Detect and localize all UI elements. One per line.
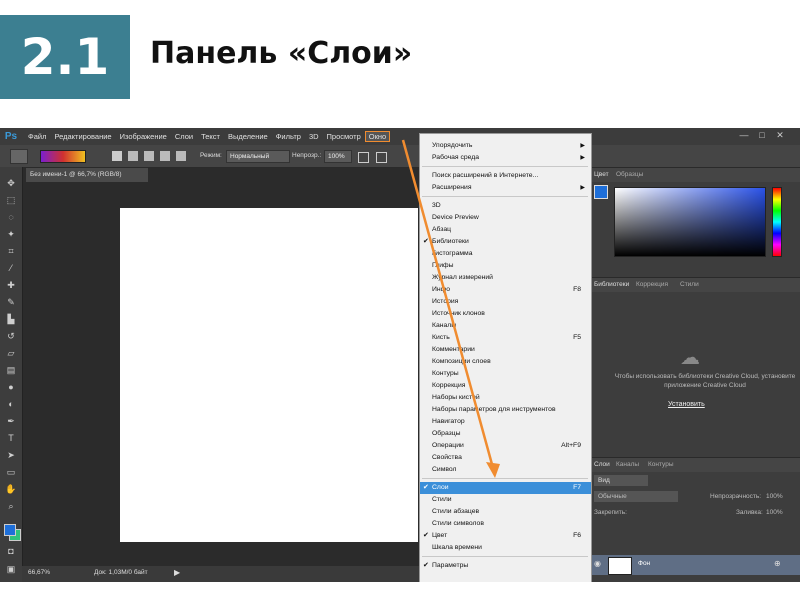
slide-title: Панель «Слои» [150, 36, 413, 71]
photoshop-screenshot: Ps Файл Редактирование Изображение Слои … [0, 128, 800, 582]
foreground-color-swatch[interactable] [4, 524, 16, 536]
slide-number: 2.1 [0, 15, 130, 99]
annotation-arrow [401, 139, 500, 478]
